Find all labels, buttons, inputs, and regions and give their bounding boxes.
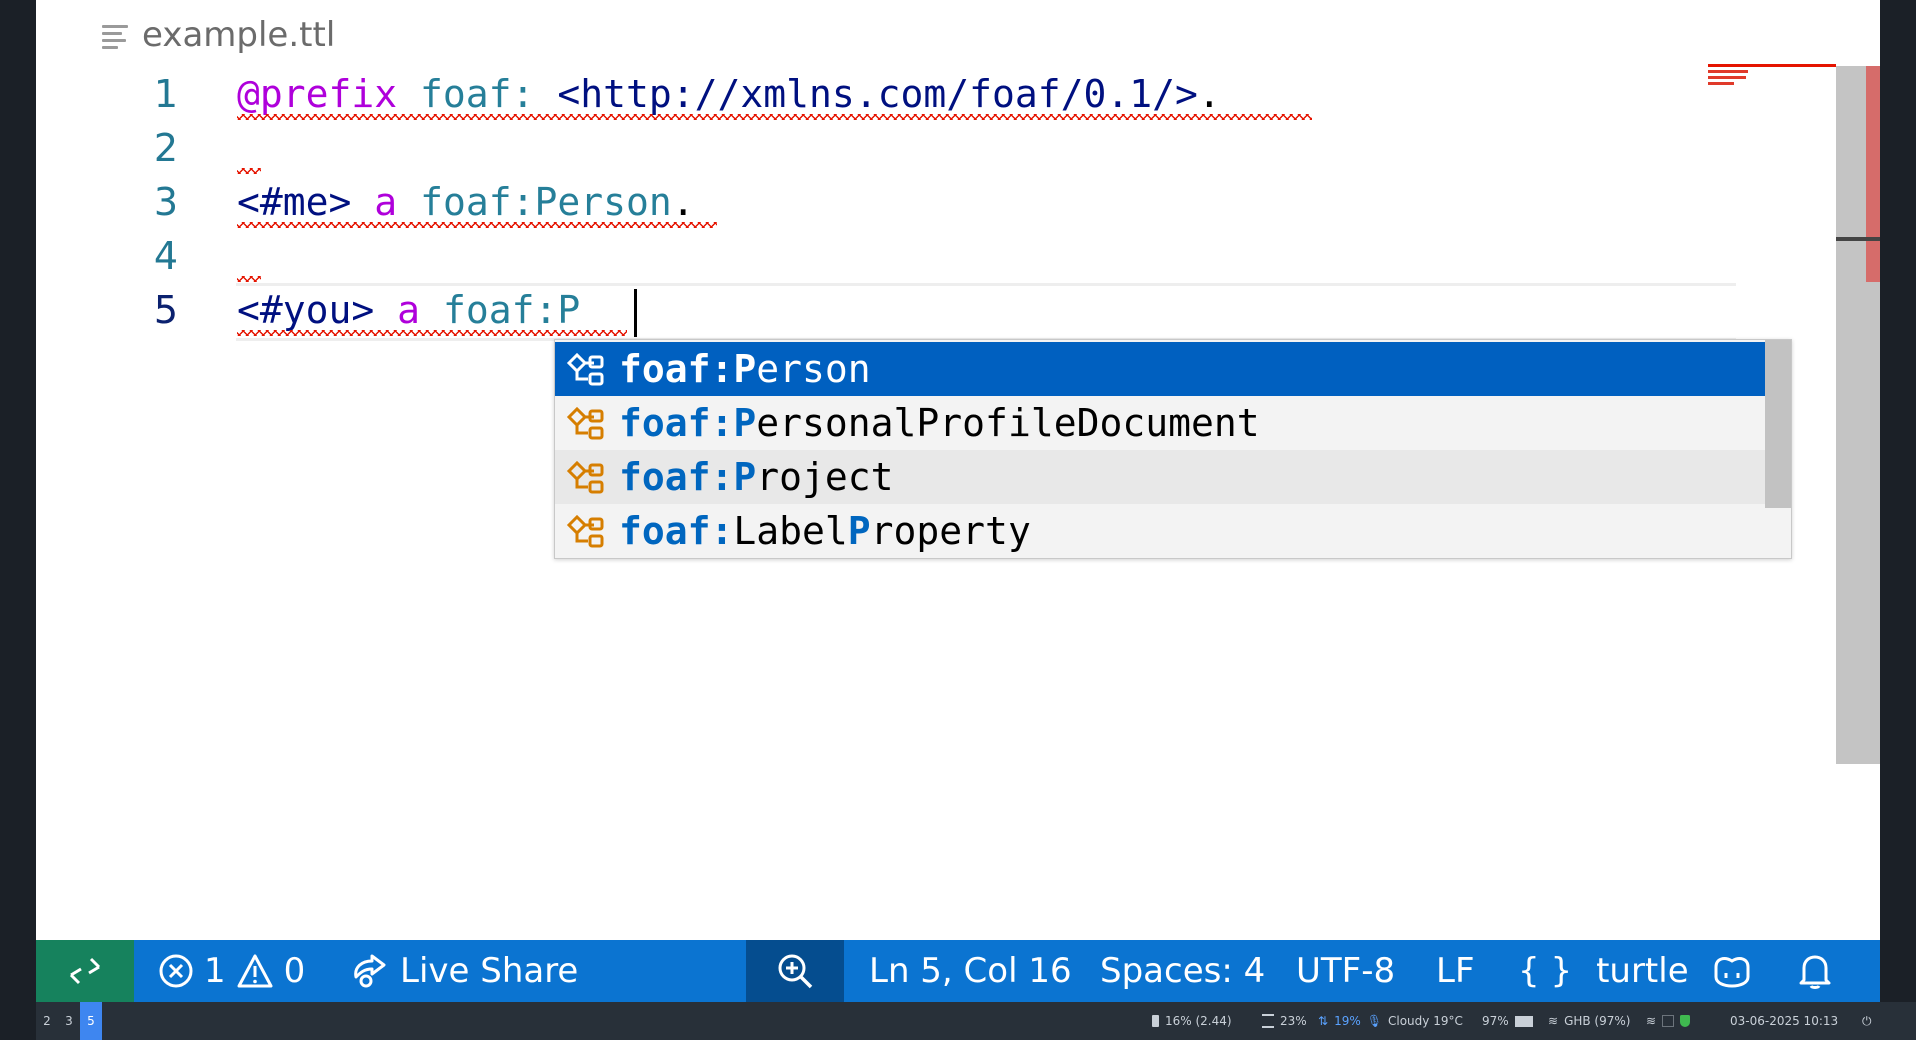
token-prefix-name: foaf: bbox=[420, 72, 535, 116]
eol-setting[interactable]: LF bbox=[1436, 940, 1475, 1002]
wifi-indicator: ≋ GHB (97%) bbox=[1548, 1014, 1631, 1028]
token-object-typed: foaf:P bbox=[442, 288, 581, 332]
error-count: 1 bbox=[204, 951, 226, 991]
battery-icon bbox=[1514, 1015, 1533, 1027]
zoom-button[interactable] bbox=[746, 940, 844, 1002]
suggestion-label: foaf:LabelProperty bbox=[619, 509, 1031, 553]
memory-icon bbox=[1262, 1014, 1274, 1028]
problems-indicator[interactable]: 1 0 bbox=[158, 940, 305, 1002]
token-object: foaf:Person bbox=[420, 180, 672, 224]
remote-button[interactable] bbox=[36, 940, 134, 1002]
suggestion-label: foaf:PersonalProfileDocument bbox=[619, 401, 1260, 445]
zoom-in-icon bbox=[778, 954, 813, 989]
class-icon bbox=[563, 457, 609, 497]
line-number-active: 5 bbox=[153, 288, 179, 332]
code-line-1[interactable]: @prefix foaf: <http://xmlns.com/foaf/0.1… bbox=[237, 67, 1221, 121]
code-line-3[interactable]: <#me> a foaf:Person. bbox=[237, 175, 695, 229]
network-icon: ⇅ bbox=[1318, 1014, 1329, 1028]
suggestion-label: foaf:Person bbox=[619, 347, 871, 391]
battery-indicator: 97% bbox=[1482, 1002, 1533, 1040]
braces-icon: { } bbox=[1518, 951, 1573, 991]
error-squiggle bbox=[237, 330, 627, 336]
suggestion-item[interactable]: foaf:Project bbox=[555, 450, 1765, 504]
suggestion-label: foaf:Project bbox=[619, 455, 894, 499]
warning-count: 0 bbox=[283, 951, 306, 991]
copilot-button[interactable] bbox=[1710, 940, 1754, 1002]
class-icon bbox=[563, 403, 609, 443]
suggestion-widget[interactable]: foaf:Person foaf:PersonalProfileDocument… bbox=[554, 339, 1792, 559]
editor-window: example.ttl 1 2 3 4 5 @prefix foaf: <htt… bbox=[36, 0, 1880, 940]
token-iri: <http://xmlns.com/foaf/0.1/> bbox=[557, 72, 1198, 116]
memory-indicator: 23% bbox=[1262, 1002, 1307, 1040]
shield-icon bbox=[1680, 1015, 1691, 1027]
window-icon bbox=[1662, 1015, 1675, 1027]
notifications-button[interactable] bbox=[1798, 940, 1832, 1002]
code-line-5[interactable]: <#you> a foaf:P bbox=[237, 283, 580, 337]
error-squiggle bbox=[237, 276, 261, 282]
language-label: turtle bbox=[1596, 951, 1689, 991]
indentation-setting[interactable]: Spaces: 4 bbox=[1100, 940, 1265, 1002]
token-dot: . bbox=[671, 180, 695, 224]
mic-icon: 🎙 bbox=[1366, 1014, 1382, 1028]
clock: 03-06-2025 10:13 bbox=[1730, 1014, 1839, 1028]
scrollbar-cursor-marker bbox=[1836, 237, 1880, 241]
cpu-icon bbox=[1152, 1015, 1159, 1027]
error-squiggle bbox=[237, 114, 1312, 120]
copilot-icon bbox=[1714, 957, 1750, 988]
overview-ruler-marker bbox=[1708, 64, 1836, 67]
desktop-taskbar: 2 3 5 16% (2.44) 23% ⇅ 19% 🎙 Cloudy 19°C… bbox=[36, 1002, 1916, 1040]
error-icon bbox=[159, 954, 193, 988]
live-share-icon bbox=[354, 954, 386, 988]
line-number: 2 bbox=[153, 126, 179, 170]
live-share-label: Live Share bbox=[400, 951, 579, 991]
token-subject: <#you> bbox=[237, 288, 375, 332]
token-dot: . bbox=[1197, 72, 1221, 116]
line-number: 3 bbox=[153, 180, 179, 224]
vpn-icon: ≋ bbox=[1646, 1014, 1657, 1028]
token-a: a bbox=[374, 180, 398, 224]
network-indicator: ⇅ 19% 🎙 bbox=[1318, 1014, 1382, 1028]
cursor-position[interactable]: Ln 5, Col 16 bbox=[869, 940, 1072, 1002]
suggestion-item[interactable]: foaf:LabelProperty bbox=[555, 504, 1765, 558]
bell-icon bbox=[1799, 955, 1831, 989]
scrollbar-error-marker bbox=[1866, 66, 1880, 282]
breadcrumb[interactable]: example.ttl bbox=[102, 10, 335, 60]
live-share-button[interactable]: Live Share bbox=[350, 940, 578, 1002]
minimap-line bbox=[1708, 82, 1734, 85]
outline-icon bbox=[102, 23, 128, 49]
encoding-setting[interactable]: UTF-8 bbox=[1296, 940, 1395, 1002]
error-squiggle bbox=[237, 168, 261, 174]
line-number: 4 bbox=[153, 234, 179, 278]
workspace-button[interactable]: 3 bbox=[58, 1002, 80, 1040]
remote-icon bbox=[69, 957, 101, 985]
language-mode[interactable]: { } turtle bbox=[1518, 940, 1689, 1002]
error-squiggle bbox=[237, 222, 717, 228]
power-icon[interactable]: ⏻ bbox=[1862, 1002, 1872, 1040]
warning-icon bbox=[237, 954, 273, 988]
weather-indicator: Cloudy 19°C bbox=[1388, 1014, 1463, 1028]
minimap-line bbox=[1708, 76, 1746, 79]
class-icon bbox=[563, 511, 609, 551]
wifi-icon: ≋ bbox=[1548, 1014, 1559, 1028]
status-bar: 1 0 Live Share Ln 5, Col 16 Spaces: 4 UT… bbox=[36, 940, 1880, 1002]
tray-icons: ≋ bbox=[1646, 1002, 1691, 1040]
minimap-line bbox=[1708, 70, 1748, 73]
workspace-button[interactable]: 2 bbox=[36, 1002, 58, 1040]
token-prefix-keyword: @prefix bbox=[237, 72, 398, 116]
token-a: a bbox=[397, 288, 421, 332]
class-icon bbox=[563, 349, 609, 389]
line-number: 1 bbox=[153, 72, 179, 116]
suggestion-item[interactable]: foaf:PersonalProfileDocument bbox=[555, 396, 1765, 450]
token-subject: <#me> bbox=[237, 180, 352, 224]
workspace-button-active[interactable]: 5 bbox=[80, 1002, 102, 1040]
text-cursor bbox=[634, 289, 637, 337]
breadcrumb-filename[interactable]: example.ttl bbox=[142, 15, 335, 55]
cpu-indicator: 16% (2.44) bbox=[1152, 1002, 1232, 1040]
suggestion-scrollbar[interactable] bbox=[1765, 340, 1791, 508]
suggestion-item[interactable]: foaf:Person bbox=[555, 342, 1791, 396]
